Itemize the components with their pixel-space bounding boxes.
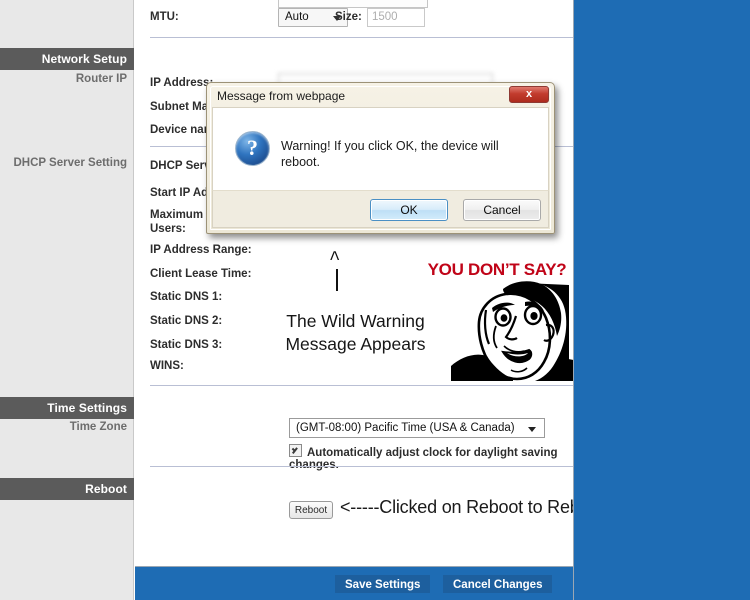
meme-caption-line2: Message Appears (285, 334, 426, 354)
question-mark-icon: ? (235, 131, 270, 166)
meme-overlay: ^ The Wild Warning Message Appears YOU D… (263, 248, 573, 381)
close-icon: x (525, 88, 533, 100)
sidebar-header-network-setup[interactable]: Network Setup (0, 48, 134, 70)
dialog-close-button[interactable]: x (509, 86, 549, 103)
meme-headline: YOU DON’T SAY? (427, 260, 567, 279)
meme-pointer-line (336, 269, 338, 291)
wins-label: WINS: (150, 360, 184, 372)
ip-address-range-label: IP Address Range: (150, 244, 252, 256)
dialog-ok-button[interactable]: OK (370, 199, 448, 221)
sidebar-item-router-ip[interactable]: Router IP (0, 71, 134, 87)
mtu-label: MTU: (150, 11, 179, 23)
dialog-ok-label: OK (400, 203, 418, 217)
dst-checkbox-label: Automatically adjust clock for daylight … (289, 447, 558, 471)
reboot-button-label: Reboot (294, 505, 328, 516)
reboot-annotation: <-----Clicked on Reboot to Reboot (340, 497, 573, 517)
save-settings-button[interactable]: Save Settings (335, 575, 431, 593)
static-dns-2-label: Static DNS 2: (150, 315, 223, 327)
sidebar-header-label: Time Settings (47, 401, 127, 415)
ip-address-label: IP Address: (150, 77, 214, 89)
sidebar-header-time-settings[interactable]: Time Settings (0, 397, 134, 419)
sidebar-item-time-zone[interactable]: Time Zone (0, 419, 134, 435)
mtu-size-input[interactable]: 1500 (367, 8, 425, 27)
meme-caret: ^ (329, 248, 341, 270)
timezone-value: (GMT-08:00) Pacific Time (USA & Canada) (296, 422, 515, 434)
static-dns-3-label: Static DNS 3: (150, 339, 223, 351)
divider-time-settings (150, 466, 573, 467)
sidebar-header-reboot[interactable]: Reboot (0, 478, 134, 500)
router-admin-page: Network Setup Router IP DHCP Server Sett… (0, 0, 574, 600)
dialog-title: Message from webpage (217, 89, 346, 103)
static-dns-1-label: Static DNS 1: (150, 291, 223, 303)
dialog-body: ? Warning! If you click OK, the device w… (212, 107, 549, 190)
mtu-size-label: Size: (335, 11, 362, 23)
sidebar-item-dhcp-server-setting[interactable]: DHCP Server Setting (0, 155, 134, 171)
chevron-down-icon (528, 427, 536, 432)
client-lease-time-label: Client Lease Time: (150, 268, 252, 280)
sidebar: Network Setup Router IP DHCP Server Sett… (0, 0, 134, 600)
timezone-select[interactable]: (GMT-08:00) Pacific Time (USA & Canada) (289, 418, 545, 438)
reboot-button[interactable]: Reboot (289, 501, 333, 519)
cancel-changes-button[interactable]: Cancel Changes (443, 575, 553, 593)
dialog-cancel-button[interactable]: Cancel (463, 199, 541, 221)
dialog-cancel-label: Cancel (483, 203, 521, 217)
mtu-select-value: Auto (285, 11, 309, 23)
field-above-mtu[interactable] (278, 0, 428, 8)
max-users-label-line2: Users: (150, 223, 186, 235)
dialog-message: Warning! If you click OK, the device wil… (281, 139, 499, 169)
question-mark-glyph: ? (247, 135, 258, 160)
message-dialog: Message from webpage x ? Warning! If you… (206, 82, 555, 234)
sidebar-item-label: Router IP (75, 73, 127, 85)
divider-mtu (150, 37, 573, 38)
dialog-footer: OK Cancel (212, 190, 549, 228)
save-settings-label: Save Settings (345, 579, 421, 591)
footer-bar: Save Settings Cancel Changes (135, 566, 573, 600)
sidebar-item-label: DHCP Server Setting (13, 157, 127, 169)
checkbox-icon[interactable] (289, 444, 302, 457)
you-dont-say-face-icon (451, 281, 573, 381)
sidebar-header-label: Reboot (85, 482, 127, 496)
sidebar-item-label: Time Zone (69, 421, 127, 433)
cancel-changes-label: Cancel Changes (453, 579, 543, 591)
meme-caption-line1: The Wild Warning (286, 311, 425, 331)
meme-caption: The Wild Warning Message Appears (263, 310, 448, 356)
mtu-size-value: 1500 (372, 11, 398, 23)
divider-dhcp (150, 385, 573, 386)
sidebar-header-label: Network Setup (41, 52, 127, 66)
